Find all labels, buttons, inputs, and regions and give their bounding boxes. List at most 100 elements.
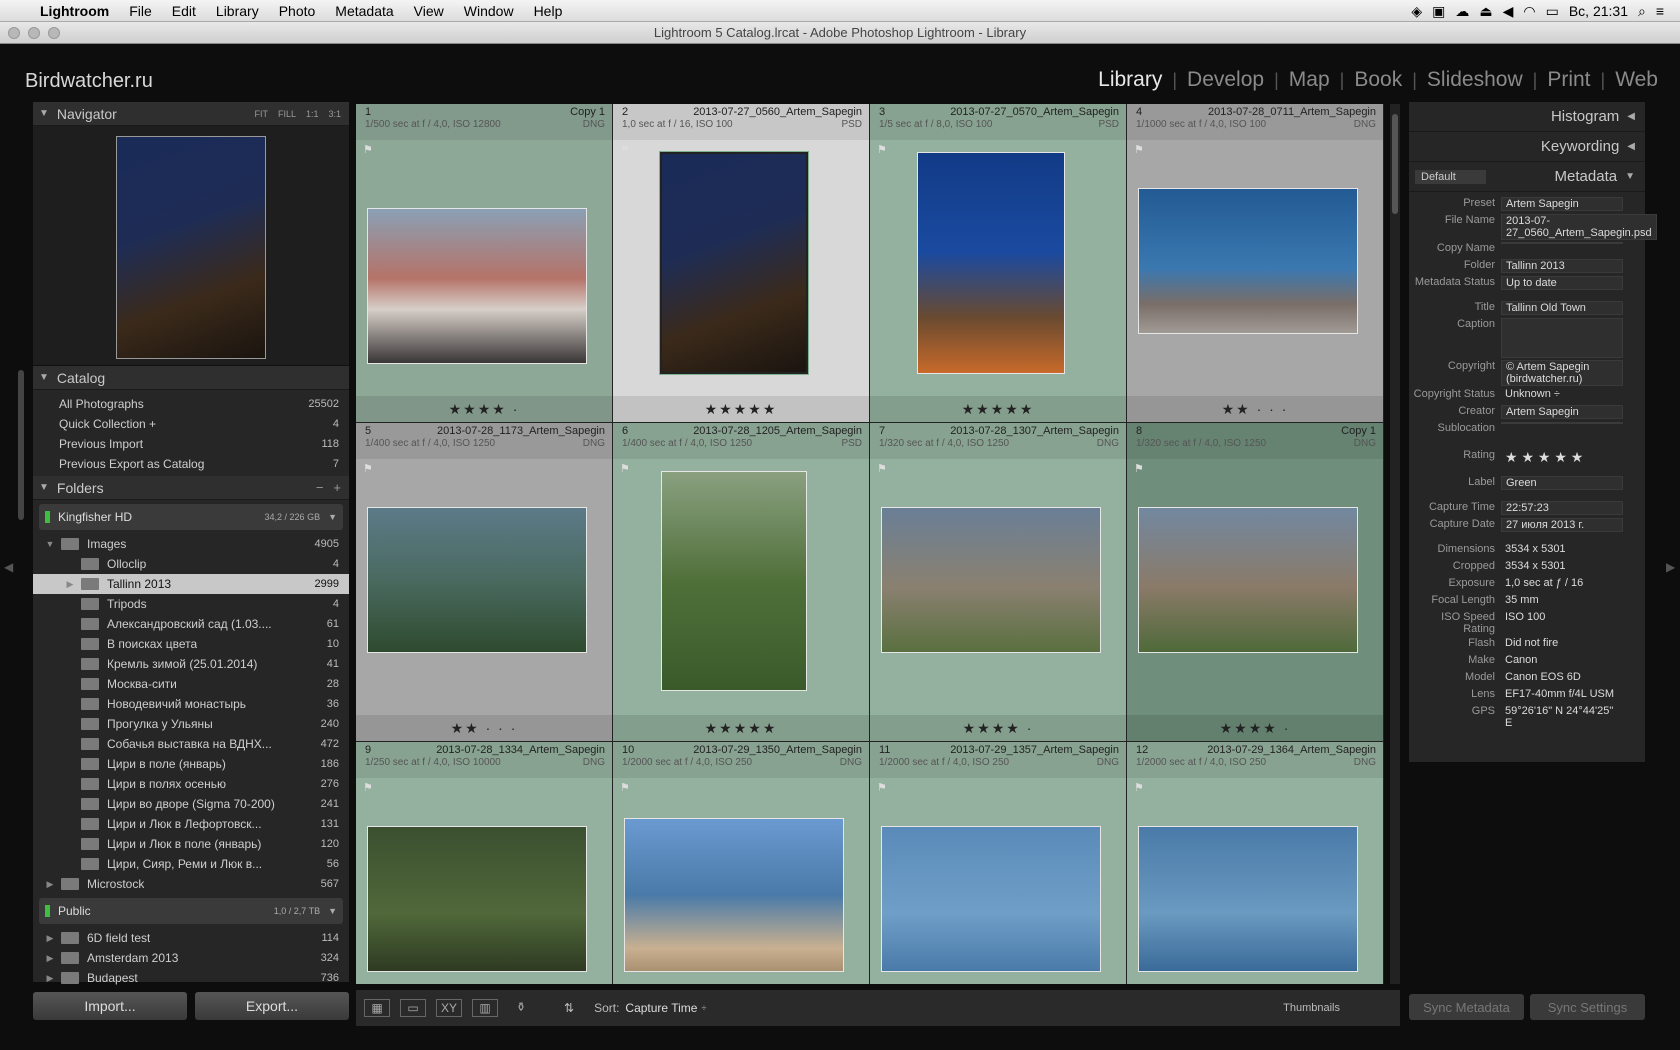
export-button[interactable]: Export...: [195, 992, 349, 1020]
folder-item[interactable]: Прогулка у Ульяны 240: [33, 714, 349, 734]
histogram-header[interactable]: Histogram ◀: [1409, 102, 1645, 132]
wifi-icon[interactable]: ◠: [1523, 3, 1535, 20]
grid-scrollbar[interactable]: [1390, 104, 1400, 984]
folder-6d-field-test[interactable]: ▶ 6D field test 114: [33, 928, 349, 948]
chevron-down-icon[interactable]: ▼: [328, 512, 337, 522]
search-icon[interactable]: ⌕: [1638, 3, 1646, 20]
catalog-item-previous-export[interactable]: Previous Export as Catalog 7: [33, 454, 349, 474]
eject-icon[interactable]: ⏏: [1479, 3, 1492, 20]
sync-settings-button[interactable]: Sync Settings: [1530, 994, 1645, 1020]
thumbnail-image[interactable]: [1138, 826, 1358, 972]
folder-item[interactable]: Tripods 4: [33, 594, 349, 614]
metadata-value[interactable]: 2013-07-27_0560_Artem_Sapegin.psd: [1501, 214, 1657, 240]
module-slideshow[interactable]: Slideshow: [1417, 68, 1533, 92]
menu-file[interactable]: File: [129, 3, 152, 19]
metadata-value[interactable]: 27 июля 2013 г.: [1501, 518, 1623, 532]
menu-view[interactable]: View: [414, 3, 444, 19]
add-folder-icon[interactable]: +: [333, 480, 341, 495]
sort-direction-icon[interactable]: ⇅: [564, 1001, 574, 1015]
rating-stars[interactable]: ★★★★★: [870, 396, 1126, 422]
sync-metadata-button[interactable]: Sync Metadata: [1409, 994, 1524, 1020]
metadata-value[interactable]: Green: [1501, 476, 1623, 490]
import-button[interactable]: Import...: [33, 992, 187, 1020]
scroll-thumb[interactable]: [1392, 114, 1398, 214]
grid-cell[interactable]: 1 Copy 1 1/500 sec at f / 4,0, ISO 12800 DN…: [356, 104, 613, 423]
folder-item[interactable]: Цири во дворе (Sigma 70-200) 241: [33, 794, 349, 814]
metadata-value[interactable]: Up to date: [1501, 276, 1623, 290]
minimize-button[interactable]: [28, 27, 40, 39]
spray-can-icon[interactable]: ⚱: [508, 999, 534, 1017]
metadata-value[interactable]: ★ ★ ★ ★ ★: [1501, 449, 1623, 466]
collapse-icon[interactable]: ▼: [39, 372, 49, 383]
catalog-header[interactable]: ▼ Catalog: [33, 366, 349, 390]
rating-stars[interactable]: ★★★★ ·: [356, 396, 612, 422]
folder-images[interactable]: ▼ Images 4905: [33, 534, 349, 554]
volume-kingfisher[interactable]: Kingfisher HD 34,2 / 226 GB ▼: [39, 504, 343, 530]
folder-item[interactable]: Цири, Сияр, Реми и Люк в... 56: [33, 854, 349, 874]
grid-cell[interactable]: 12 2013-07-29_1364_Artem_Sapegin 1/2000 se…: [1127, 742, 1384, 984]
folder-item[interactable]: Цири в полях осенью 276: [33, 774, 349, 794]
menu-clock[interactable]: Вс, 21:31: [1569, 3, 1628, 19]
folder-item[interactable]: Кремль зимой (25.01.2014) 41: [33, 654, 349, 674]
metadata-value[interactable]: 1,0 sec at ƒ / 16: [1501, 577, 1623, 589]
volume-public[interactable]: Public 1,0 / 2,7 TB ▼: [39, 898, 343, 924]
metadata-value[interactable]: [1501, 318, 1623, 358]
grid-cell[interactable]: 3 2013-07-27_0570_Artem_Sapegin 1/5 sec at…: [870, 104, 1127, 423]
metadata-value[interactable]: 35 mm: [1501, 594, 1623, 606]
thumbnail-image[interactable]: [881, 507, 1101, 653]
metadata-value[interactable]: Unknown ÷: [1501, 388, 1623, 400]
metadata-value[interactable]: Tallinn 2013: [1501, 259, 1623, 273]
folder-amsterdam-2013[interactable]: ▶ Amsterdam 2013 324: [33, 948, 349, 968]
left-panel-toggle-icon[interactable]: ◀: [4, 560, 13, 574]
metadata-value[interactable]: [1501, 422, 1623, 424]
compare-view-icon[interactable]: XY: [436, 999, 462, 1017]
remove-folder-icon[interactable]: −: [316, 480, 324, 495]
metadata-value[interactable]: 22:57:23: [1501, 501, 1623, 515]
thumbnail-image[interactable]: [659, 151, 809, 375]
thumbnail-image[interactable]: [367, 507, 587, 653]
flag-icon[interactable]: ⚑: [877, 462, 887, 475]
module-map[interactable]: Map: [1279, 68, 1340, 92]
flag-icon[interactable]: ⚑: [620, 143, 630, 156]
thumbnail-image[interactable]: [661, 471, 807, 691]
volume-icon[interactable]: ◀: [1503, 3, 1514, 20]
zoom-button[interactable]: [48, 27, 60, 39]
flag-icon[interactable]: ⚑: [1134, 781, 1144, 794]
flag-icon[interactable]: ⚑: [363, 781, 373, 794]
survey-view-icon[interactable]: ▥: [472, 999, 498, 1017]
chevron-down-icon[interactable]: ÷: [701, 1003, 706, 1013]
rating-stars[interactable]: ★★★★ ·: [1127, 715, 1383, 741]
cloud-icon[interactable]: ☁: [1455, 3, 1469, 20]
menu-help[interactable]: Help: [534, 3, 563, 19]
grid-cell[interactable]: 2 2013-07-27_0560_Artem_Sapegin 1,0 sec at…: [613, 104, 870, 423]
metadata-preset-select[interactable]: Default: [1415, 169, 1486, 184]
menu-window[interactable]: Window: [464, 3, 514, 19]
calendar-icon[interactable]: ▣: [1432, 3, 1445, 20]
thumbnail-image[interactable]: [367, 826, 587, 972]
folder-item[interactable]: Цири и Люк в поле (январь) 120: [33, 834, 349, 854]
grid-cell[interactable]: 10 2013-07-29_1350_Artem_Sapegin 1/2000 se…: [613, 742, 870, 984]
collapse-icon[interactable]: ▼: [39, 482, 49, 493]
catalog-item-previous-import[interactable]: Previous Import 118: [33, 434, 349, 454]
folder-item[interactable]: Собачья выставка на ВДНХ... 472: [33, 734, 349, 754]
thumbnail-image[interactable]: [881, 826, 1101, 972]
module-develop[interactable]: Develop: [1177, 68, 1274, 92]
navigator-header[interactable]: ▼ Navigator FIT FILL 1:1 3:1: [33, 102, 349, 126]
folder-microstock[interactable]: ▶ Microstock 567: [33, 874, 349, 894]
menu-edit[interactable]: Edit: [172, 3, 196, 19]
metadata-value[interactable]: Artem Sapegin: [1501, 405, 1623, 419]
folder-item[interactable]: Александровский сад (1.03.... 61: [33, 614, 349, 634]
right-panel-toggle-icon[interactable]: ▶: [1666, 560, 1675, 574]
folder-item[interactable]: ▶ Tallinn 2013 2999: [33, 574, 349, 594]
flag-icon[interactable]: ⚑: [1134, 462, 1144, 475]
thumbnail-image[interactable]: [624, 818, 844, 972]
collapse-icon[interactable]: ▼: [39, 108, 49, 119]
left-panel-scrollbar[interactable]: [18, 370, 24, 520]
rating-stars[interactable]: ★★★★★: [613, 715, 869, 741]
folder-item[interactable]: Новодевичий монастырь 36: [33, 694, 349, 714]
grid-cell[interactable]: 11 2013-07-29_1357_Artem_Sapegin 1/2000 se…: [870, 742, 1127, 984]
sort-select[interactable]: Capture Time: [625, 1001, 697, 1015]
grid-view-icon[interactable]: ▦: [364, 999, 390, 1017]
zoom-fill[interactable]: FILL: [278, 109, 296, 119]
list-icon[interactable]: ≡: [1656, 3, 1664, 19]
